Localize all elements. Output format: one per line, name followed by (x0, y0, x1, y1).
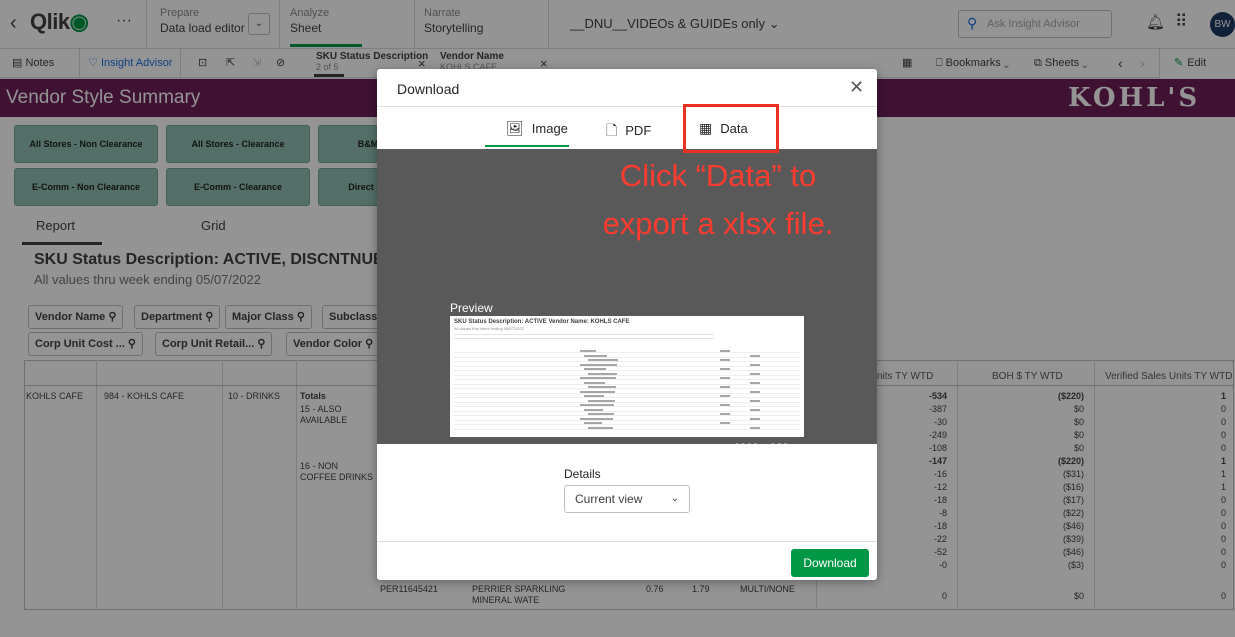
thumbnail-value-mark (720, 359, 730, 361)
thumbnail-row (454, 428, 800, 430)
annotation-highlight-box (683, 104, 779, 153)
thumbnail-row (454, 410, 800, 412)
download-dialog: Download ✕ 🖼︎ Image 🗋 PDF ▦ Data Preview SK… (377, 69, 877, 580)
dialog-title: Download (397, 81, 460, 97)
thumbnail-text-mark (588, 399, 615, 402)
thumbnail-text-mark (580, 404, 614, 406)
thumbnail-row (454, 388, 800, 389)
thumbnail-text-mark (588, 426, 613, 429)
preview-thumbnail: SKU Status Description: ACTIVE Vendor Na… (450, 316, 804, 437)
details-value: Current view (575, 492, 643, 506)
details-dropdown[interactable]: Current view ⌄ (564, 485, 690, 513)
thumbnail-row (454, 379, 800, 380)
thumbnail-row (454, 419, 800, 421)
thumbnail-text-mark (584, 354, 607, 357)
thumbnail-text-mark (580, 377, 616, 379)
thumbnail-value-mark (720, 377, 730, 379)
thumbnail-row (454, 383, 800, 385)
thumbnail-value-mark (750, 381, 760, 384)
thumbnail-text-mark (580, 363, 617, 366)
document-icon: 🗋 (606, 122, 618, 138)
close-icon[interactable]: ✕ (849, 77, 864, 98)
thumbnail-value-mark (720, 350, 730, 352)
thumbnail-value-mark (750, 390, 760, 393)
thumbnail-row (454, 397, 800, 398)
thumbnail-value-mark (750, 363, 760, 366)
annotation-text: Click “Data” to export a xlsx file. (602, 158, 834, 241)
chevron-down-icon: ⌄ (670, 493, 679, 504)
thumbnail-row (454, 406, 800, 407)
thumbnail-text-mark (588, 386, 616, 388)
thumbnail-value-mark (720, 404, 730, 406)
tab-image-label: Image (531, 121, 568, 136)
thumbnail-value-mark (750, 354, 760, 357)
thumbnail-row (454, 424, 800, 425)
thumbnail-text-mark (580, 390, 615, 393)
thumbnail-value-mark (720, 368, 730, 370)
image-icon: 🖼︎ (506, 120, 524, 136)
thumbnail-subtitle: All values thru week ending 05/07/2022 (454, 326, 524, 331)
thumbnail-row (454, 356, 800, 358)
thumbnail-row (454, 415, 800, 416)
tab-pdf-label: PDF (625, 123, 652, 138)
thumbnail-row (454, 401, 800, 403)
thumbnail-value-mark (750, 408, 760, 411)
dialog-divider (377, 106, 877, 107)
thumbnail-text-mark (584, 368, 606, 370)
thumbnail-row (454, 352, 800, 353)
thumbnail-row (454, 370, 800, 371)
dialog-divider (377, 541, 877, 542)
thumbnail-text-mark (588, 372, 617, 375)
thumbnail-value-mark (750, 417, 760, 420)
thumbnail-text-mark (584, 422, 602, 424)
tab-image[interactable]: 🖼︎ Image (506, 120, 568, 137)
thumbnail-value-mark (750, 426, 760, 429)
thumbnail-text-mark (580, 417, 613, 420)
active-tab-indicator (485, 145, 569, 147)
thumbnail-value-mark (720, 422, 730, 424)
thumbnail-value-mark (720, 413, 730, 415)
details-label: Details (564, 467, 601, 481)
thumbnail-text-mark (584, 395, 604, 397)
thumbnail-value-mark (720, 395, 730, 397)
thumbnail-row (454, 361, 800, 362)
thumbnail-text-mark (588, 413, 614, 415)
thumbnail-text-mark (584, 381, 605, 384)
thumbnail-text-mark (580, 350, 596, 352)
thumbnail-row (454, 392, 800, 394)
thumbnail-row (454, 365, 800, 367)
thumbnail-text-mark (584, 408, 603, 411)
thumbnail-value-mark (750, 372, 760, 375)
tab-pdf[interactable]: 🗋 PDF (606, 120, 651, 144)
thumbnail-row (454, 374, 800, 376)
image-dimensions: 2900 x 922 px (734, 442, 804, 454)
preview-label: Preview (450, 301, 493, 315)
thumbnail-value-mark (750, 399, 760, 402)
thumbnail-title: SKU Status Description: ACTIVE Vendor Na… (454, 319, 630, 325)
thumbnail-filters (454, 334, 714, 339)
thumbnail-text-mark (588, 359, 618, 361)
thumbnail-value-mark (720, 386, 730, 388)
download-button[interactable]: Download (791, 549, 869, 577)
